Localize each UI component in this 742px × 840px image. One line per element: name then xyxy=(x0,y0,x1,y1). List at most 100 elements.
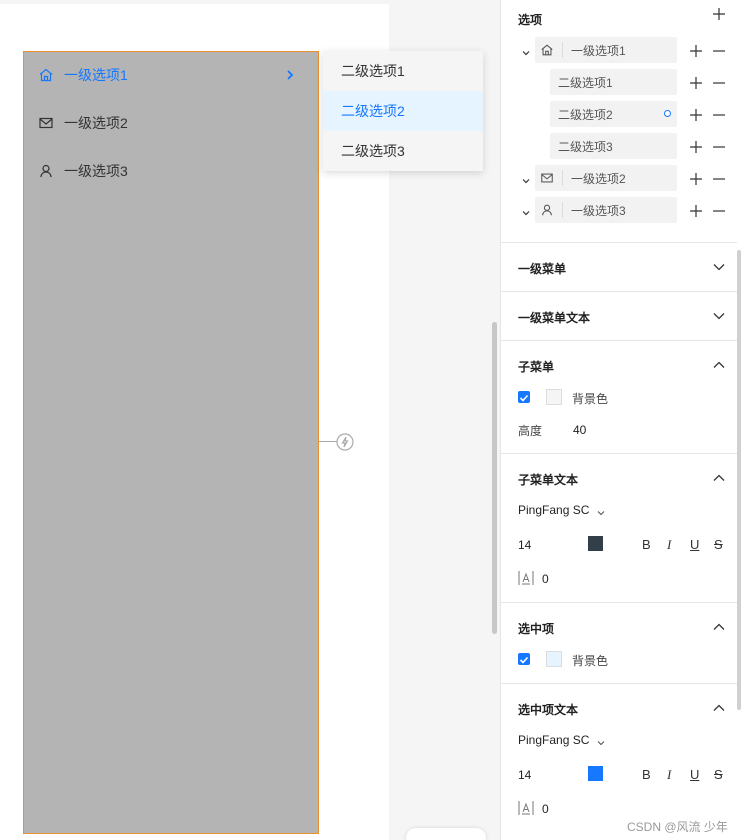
submenu-text-color-swatch[interactable] xyxy=(588,536,603,551)
submenu-popup: 二级选项1 二级选项2 二级选项3 xyxy=(323,51,483,171)
chevron-right-icon xyxy=(282,67,298,83)
letter-spacing-icon xyxy=(518,800,534,816)
tree-item-label: 一级选项3 xyxy=(571,203,626,218)
selected-bg-checkbox[interactable] xyxy=(518,653,530,665)
divider xyxy=(562,170,563,186)
menu-item-label: 一级选项1 xyxy=(64,67,128,83)
divider xyxy=(562,202,563,218)
selected-font-select[interactable]: PingFang SC xyxy=(518,733,589,747)
canvas-scrollbar[interactable] xyxy=(492,322,497,634)
section-divider xyxy=(501,602,737,603)
submenu-bg-label: 背景色 xyxy=(572,392,609,406)
selected-font-size[interactable]: 14 xyxy=(518,768,531,782)
tree-item-label: 一级选项2 xyxy=(571,171,626,186)
section-selected-text[interactable]: 选中项文本 xyxy=(518,701,578,718)
tree-item-5[interactable]: 一级选项2 xyxy=(535,165,677,191)
selected-marker-icon xyxy=(664,110,671,117)
remove-icon[interactable] xyxy=(713,76,725,88)
submenu-height-input[interactable]: 40 xyxy=(573,423,586,437)
menu-item-2[interactable]: 一级选项2 xyxy=(38,111,308,135)
section-divider xyxy=(501,242,737,243)
remove-icon[interactable] xyxy=(713,108,725,120)
chevron-up-icon[interactable] xyxy=(712,701,726,715)
submenu-item-1[interactable]: 二级选项1 xyxy=(323,51,483,91)
tree-item-6[interactable]: 一级选项3 xyxy=(535,197,677,223)
add-icon[interactable] xyxy=(690,172,702,185)
section-submenu[interactable]: 子菜单 xyxy=(518,358,554,375)
selected-bg-swatch[interactable] xyxy=(546,651,562,667)
section-selected[interactable]: 选中项 xyxy=(518,620,554,637)
zoom-control[interactable] xyxy=(406,828,486,840)
user-icon xyxy=(38,163,54,179)
section-divider xyxy=(501,340,737,341)
add-icon[interactable] xyxy=(690,44,702,57)
tree-item-1[interactable]: 一级选项1 xyxy=(535,37,677,63)
bold-icon[interactable]: B xyxy=(642,537,651,552)
italic-icon[interactable]: I xyxy=(667,537,671,553)
home-icon xyxy=(540,43,554,57)
section-divider xyxy=(501,291,737,292)
menu-item-3[interactable]: 一级选项3 xyxy=(38,159,308,183)
menu-item-1[interactable]: 一级选项1 xyxy=(38,63,308,87)
mail-icon xyxy=(540,171,554,185)
submenu-font-size[interactable]: 14 xyxy=(518,538,531,552)
submenu-letter-spacing[interactable]: 0 xyxy=(542,572,549,586)
strikethrough-icon[interactable]: S xyxy=(714,767,723,782)
collapse-arrow-icon[interactable] xyxy=(521,173,531,184)
menu-component-selected[interactable]: 一级选项1 一级选项2 一级选项3 xyxy=(23,51,319,834)
underline-icon[interactable]: U xyxy=(690,537,699,552)
section-divider xyxy=(501,453,737,454)
section-divider xyxy=(501,683,737,684)
selected-bg-label: 背景色 xyxy=(572,654,609,668)
divider xyxy=(562,42,563,58)
lightning-icon[interactable] xyxy=(336,433,354,451)
chevron-up-icon[interactable] xyxy=(712,358,726,372)
selected-text-color-swatch[interactable] xyxy=(588,766,603,781)
tree-item-label: 二级选项3 xyxy=(558,139,613,154)
chevron-up-icon[interactable] xyxy=(712,471,726,485)
tree-item-2[interactable]: 二级选项1 xyxy=(550,69,677,95)
tree-item-4[interactable]: 二级选项3 xyxy=(550,133,677,159)
underline-icon[interactable]: U xyxy=(690,767,699,782)
collapse-arrow-icon[interactable] xyxy=(521,45,531,56)
connector-line xyxy=(319,441,337,442)
chevron-down-icon[interactable] xyxy=(596,505,606,516)
tree-item-label: 二级选项2 xyxy=(558,107,613,122)
submenu-item-3[interactable]: 二级选项3 xyxy=(323,131,483,171)
tree-item-3[interactable]: 二级选项2 xyxy=(550,101,677,127)
add-icon[interactable] xyxy=(690,140,702,153)
add-icon[interactable] xyxy=(690,76,702,89)
selected-letter-spacing[interactable]: 0 xyxy=(542,802,549,816)
section-level1-text[interactable]: 一级菜单文本 xyxy=(518,309,590,326)
chevron-down-icon[interactable] xyxy=(712,260,726,274)
remove-icon[interactable] xyxy=(713,172,725,184)
chevron-down-icon[interactable] xyxy=(596,735,606,746)
add-option-icon[interactable] xyxy=(713,7,725,20)
submenu-bg-checkbox[interactable] xyxy=(518,391,530,403)
mail-icon xyxy=(38,115,54,131)
properties-panel: 选项 一级选项1 二级选项1 二级选项2 二级选项3 一级选项2 一级选项3 一… xyxy=(500,0,742,840)
user-icon xyxy=(540,203,554,217)
menu-item-label: 一级选项2 xyxy=(64,115,128,131)
remove-icon[interactable] xyxy=(713,44,725,56)
letter-spacing-icon xyxy=(518,570,534,586)
submenu-bg-swatch[interactable] xyxy=(546,389,562,405)
collapse-arrow-icon[interactable] xyxy=(521,205,531,216)
add-icon[interactable] xyxy=(690,108,702,121)
section-submenu-text[interactable]: 子菜单文本 xyxy=(518,471,578,488)
remove-icon[interactable] xyxy=(713,140,725,152)
chevron-down-icon[interactable] xyxy=(712,309,726,323)
submenu-item-2[interactable]: 二级选项2 xyxy=(323,91,483,131)
section-level1-menu[interactable]: 一级菜单 xyxy=(518,260,566,277)
tree-item-label: 二级选项1 xyxy=(558,75,613,90)
home-icon xyxy=(38,67,54,83)
panel-scrollbar[interactable] xyxy=(737,250,741,710)
bold-icon[interactable]: B xyxy=(642,767,651,782)
strikethrough-icon[interactable]: S xyxy=(714,537,723,552)
canvas-area: 一级选项1 一级选项2 一级选项3 二级选项1 二级选项2 二级选项3 xyxy=(0,0,498,840)
submenu-font-select[interactable]: PingFang SC xyxy=(518,503,589,517)
chevron-up-icon[interactable] xyxy=(712,620,726,634)
add-icon[interactable] xyxy=(690,204,702,217)
italic-icon[interactable]: I xyxy=(667,767,671,783)
remove-icon[interactable] xyxy=(713,204,725,216)
